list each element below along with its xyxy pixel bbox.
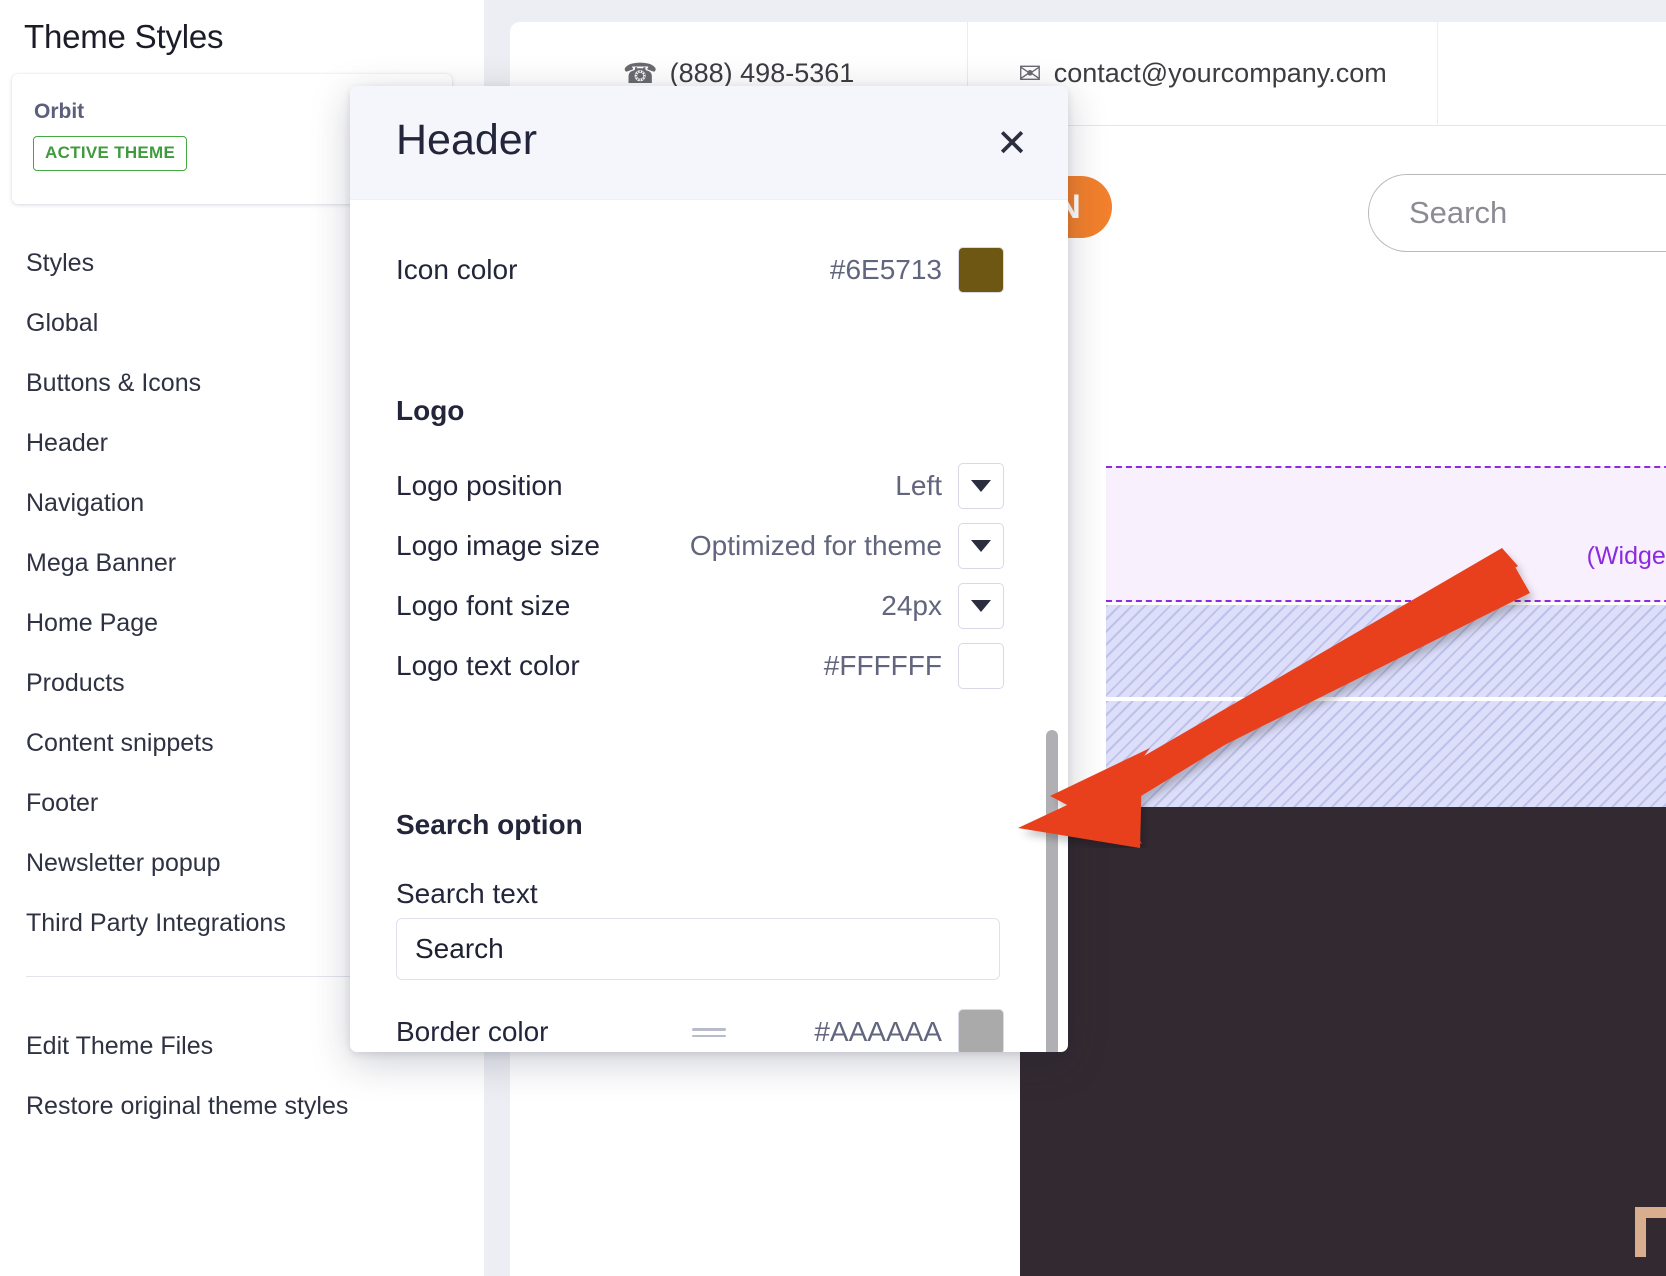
chevron-down-icon [971,600,991,612]
field-logo-position: Logo position Left [350,456,1050,516]
field-label: Logo position [396,470,563,501]
topbar-phone-text: (888) 498-5361 [669,58,855,88]
label-search-text: Search text [396,878,538,909]
widget-area-note: (Widgets ad [1586,542,1666,570]
modal-body: Icon color #6E5713 Logo Logo position Le… [350,200,1068,1052]
hero-text-glyph [1635,1207,1646,1257]
search-text-value: Search [415,933,504,964]
hero-banner [1020,807,1666,1276]
color-swatch-icon-color[interactable] [958,247,1004,293]
envelope-icon: ✉ [1018,57,1042,89]
field-value: Left [895,470,942,501]
hatched-region-upper [1106,605,1666,697]
field-value: #6E5713 [829,254,942,285]
chevron-down-icon [971,480,991,492]
theme-name: Orbit [34,100,85,123]
dropdown-logo-font-size[interactable] [958,583,1004,629]
field-label: Logo font size [396,590,571,621]
search-text-input[interactable]: Search [396,918,1000,980]
dropdown-logo-position[interactable] [958,463,1004,509]
grip-line [692,1028,726,1031]
modal-scrollbar-thumb[interactable] [1046,730,1058,1052]
telephone-icon: ☎ [622,57,658,89]
sidebar-item-restore-original-styles[interactable]: Restore original theme styles [0,1076,460,1136]
hatched-region-lower [1106,701,1666,807]
field-logo-font-size: Logo font size 24px [350,576,1050,636]
dropdown-logo-image-size[interactable] [958,523,1004,569]
header-settings-modal: Header ✕ Icon color #6E5713 Logo Logo po… [350,86,1068,1052]
modal-resize-handle[interactable] [692,1028,726,1038]
field-value: #FFFFFF [823,650,942,681]
field-value: Optimized for theme [689,530,942,561]
widget-area-placeholder: (Widgets ad [1106,466,1666,602]
field-logo-image-size: Logo image size Optimized for theme [350,516,1050,576]
chevron-down-icon [971,540,991,552]
section-heading-search-option: Search option [396,809,583,840]
settings-field-list: Icon color #6E5713 Logo Logo position Le… [350,200,1050,1052]
close-icon[interactable]: ✕ [992,124,1032,164]
field-label: Border color [396,1016,549,1047]
field-border-color: Border color #AAAAAA [350,1002,1050,1052]
color-swatch-border-color[interactable] [958,1009,1004,1052]
field-label: Logo image size [396,530,600,561]
field-logo-text-color: Logo text color #FFFFFF [350,636,1050,696]
preview-search-box[interactable]: Search [1368,174,1666,252]
topbar-email-text: contact@yourcompany.com [1053,58,1387,88]
field-label: Logo text color [396,650,580,681]
color-swatch-logo-text-color[interactable] [958,643,1004,689]
field-icon-color: Icon color #6E5713 [350,240,1050,300]
modal-title: Header [396,116,538,164]
screen-root: ☎ (888) 498-5361 ✉ contact@yourcompany.c… [0,0,1666,1276]
field-value: #AAAAAA [814,1016,942,1047]
preview-search-placeholder: Search [1409,195,1508,230]
status-badge: ACTIVE THEME [33,136,188,171]
page-title: Theme Styles [24,18,224,55]
field-value: 24px [881,590,942,621]
field-label: Icon color [396,254,518,285]
grip-line [692,1034,726,1037]
modal-header: Header ✕ [350,86,1068,200]
section-heading-logo: Logo [396,395,465,426]
